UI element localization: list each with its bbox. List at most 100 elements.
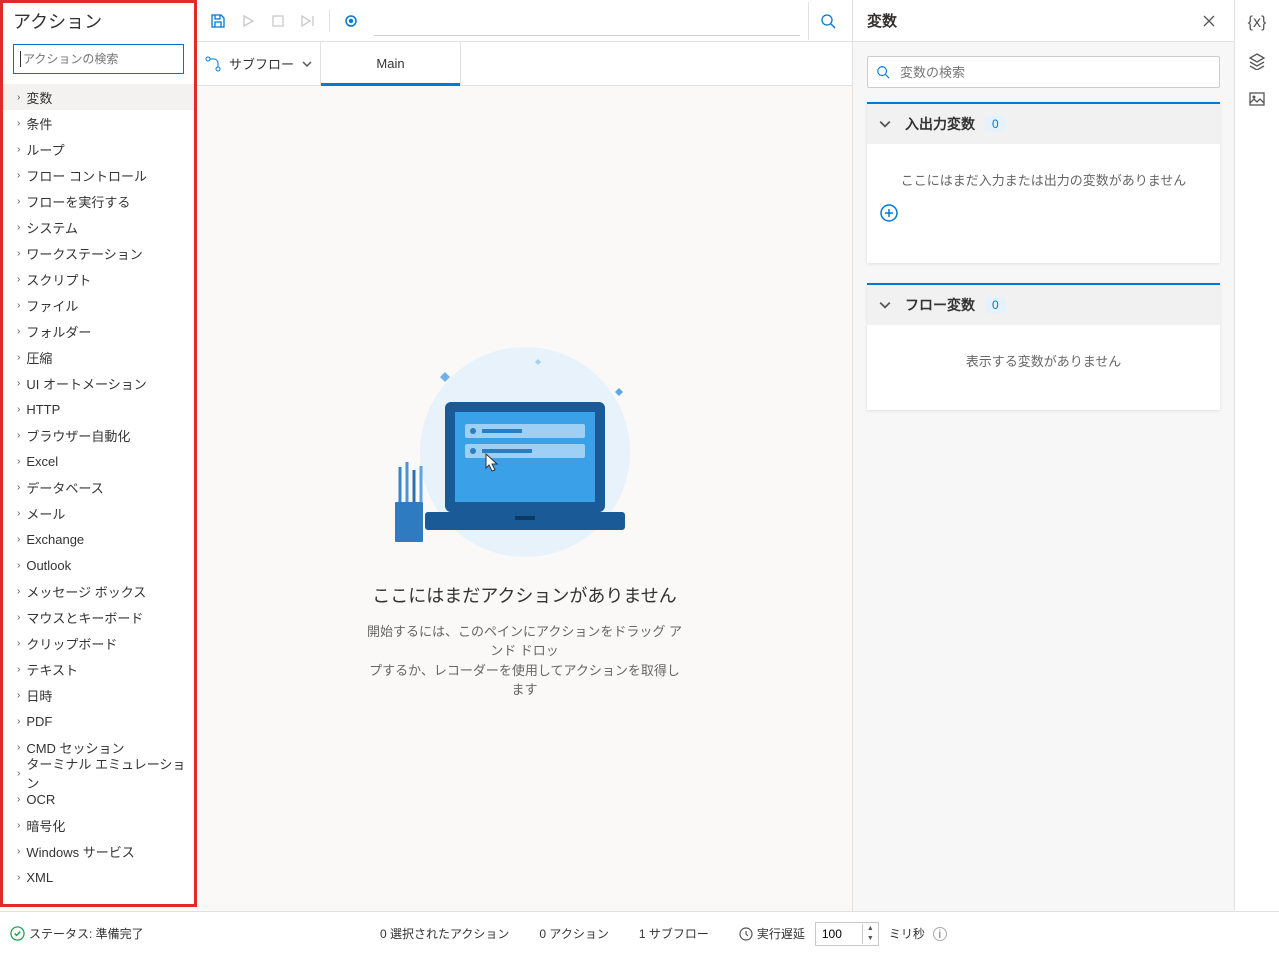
action-category[interactable]: ›フローを実行する [3, 188, 194, 214]
action-category[interactable]: › 変数 [3, 84, 194, 110]
chevron-right-icon: › [17, 170, 20, 181]
action-category[interactable]: ›フロー コントロール [3, 162, 194, 188]
action-category-label: メッセージ ボックス [26, 582, 146, 601]
variables-rail-icon[interactable]: {x} [1248, 14, 1267, 32]
action-category[interactable]: ›Exchange [3, 526, 194, 552]
chevron-right-icon: › [17, 144, 20, 155]
chevron-right-icon: › [17, 430, 20, 441]
flow-canvas[interactable]: ここにはまだアクションがありません 開始するには、このペインにアクションをドラッ… [197, 86, 852, 955]
action-category[interactable]: ›暗号化 [3, 812, 194, 838]
workspace: サブフロー Main [197, 0, 852, 955]
chevron-down-icon [879, 118, 891, 130]
action-category[interactable]: ›UI オートメーション [3, 370, 194, 396]
subflow-dropdown[interactable]: サブフロー [197, 42, 321, 85]
flow-variables-count: 0 [985, 297, 1006, 313]
variables-search-input[interactable] [900, 65, 1211, 80]
toolbar [197, 0, 852, 42]
image-icon[interactable] [1248, 90, 1266, 108]
io-variables-header[interactable]: 入出力変数 0 [867, 104, 1220, 144]
action-category-label: ブラウザー自動化 [26, 426, 130, 445]
action-category[interactable]: ›メール [3, 500, 194, 526]
action-category[interactable]: ›日時 [3, 682, 194, 708]
action-category-label: OCR [26, 792, 55, 807]
save-button[interactable] [203, 6, 233, 36]
action-category[interactable]: › ファイル [3, 292, 194, 318]
info-icon[interactable]: i [933, 927, 947, 941]
action-category[interactable]: ›圧縮 [3, 344, 194, 370]
action-category-label: 変数 [26, 88, 52, 107]
action-category[interactable]: › システム [3, 214, 194, 240]
action-category-label: システム [26, 218, 78, 237]
spin-down[interactable]: ▼ [863, 934, 878, 944]
action-category[interactable]: ›ターミナル エミュレーション [3, 760, 194, 786]
action-category[interactable]: ›XML [3, 864, 194, 890]
flow-variables-header[interactable]: フロー変数 0 [867, 285, 1220, 325]
action-category[interactable]: ›テキスト [3, 656, 194, 682]
chevron-right-icon: › [17, 274, 20, 285]
action-category[interactable]: ›ワークステーション [3, 240, 194, 266]
chevron-right-icon: › [17, 716, 20, 727]
chevron-down-icon [879, 299, 891, 311]
action-category[interactable]: ›条件 [3, 110, 194, 136]
action-category[interactable]: ›Windows サービス [3, 838, 194, 864]
tab-main[interactable]: Main [321, 42, 461, 85]
chevron-right-icon: › [17, 508, 20, 519]
action-category[interactable]: › ループ [3, 136, 194, 162]
action-category-label: ループ [26, 140, 64, 159]
actions-panel: アクション ›変数›条件›ループ›フロー コントロール›フローを実行する›システ… [0, 0, 197, 907]
actions-count: 0 アクション [539, 925, 608, 942]
chevron-right-icon: › [17, 92, 20, 103]
action-category[interactable]: ›メッセージ ボックス [3, 578, 194, 604]
delay-label: 実行遅延 [757, 925, 805, 942]
actions-panel-title: アクション [3, 3, 194, 44]
chevron-right-icon: › [17, 196, 20, 207]
delay-value-input[interactable] [816, 927, 862, 941]
actions-list[interactable]: ›変数›条件›ループ›フロー コントロール›フローを実行する›システム›ワークス… [3, 84, 194, 904]
action-category-label: ワークステーション [26, 244, 142, 263]
stop-button[interactable] [263, 6, 293, 36]
close-icon[interactable] [1198, 10, 1220, 32]
flow-icon [205, 56, 221, 72]
subflows-count: 1 サブフロー [639, 925, 709, 942]
record-button[interactable] [336, 6, 366, 36]
io-variables-empty-text: ここにはまだ入力または出力の変数がありません [901, 173, 1187, 188]
search-button[interactable] [808, 2, 846, 40]
variables-search[interactable] [867, 56, 1220, 88]
action-category[interactable]: ›クリップボード [3, 630, 194, 656]
run-button[interactable] [233, 6, 263, 36]
actions-search[interactable] [13, 44, 184, 74]
actions-search-input[interactable] [21, 48, 183, 70]
search-icon [876, 65, 890, 79]
add-io-variable-button[interactable] [879, 203, 1208, 223]
action-category-label: XML [26, 870, 53, 885]
command-input[interactable] [374, 6, 800, 36]
spin-up[interactable]: ▲ [863, 924, 878, 934]
action-category[interactable]: › スクリプト [3, 266, 194, 292]
action-category[interactable]: ›マウスとキーボード [3, 604, 194, 630]
layers-icon[interactable] [1248, 52, 1266, 70]
action-category[interactable]: ›フォルダー [3, 318, 194, 344]
action-category-label: 圧縮 [26, 348, 52, 367]
action-category-label: 暗号化 [26, 816, 65, 835]
chevron-right-icon: › [17, 638, 20, 649]
action-category[interactable]: › ブラウザー自動化 [3, 422, 194, 448]
action-category-label: Outlook [26, 558, 71, 573]
action-category[interactable]: ›PDF [3, 708, 194, 734]
chevron-right-icon: › [17, 300, 20, 311]
action-category[interactable]: ›Excel [3, 448, 194, 474]
chevron-right-icon: › [17, 794, 20, 805]
step-button[interactable] [293, 6, 323, 36]
action-category[interactable]: › Outlook [3, 552, 194, 578]
delay-input[interactable]: ▲ ▼ [815, 922, 879, 946]
chevron-right-icon: › [17, 560, 20, 571]
selected-actions-count: 0 選択されたアクション [380, 925, 509, 942]
action-category[interactable]: ›HTTP [3, 396, 194, 422]
action-category-label: ファイル [26, 296, 78, 315]
chevron-right-icon: › [17, 222, 20, 233]
variables-panel-title: 変数 [867, 10, 1198, 31]
chevron-right-icon: › [17, 482, 20, 493]
action-category-label: スクリプト [26, 270, 91, 289]
action-category-label: データベース [26, 478, 103, 497]
chevron-down-icon [302, 59, 312, 69]
action-category[interactable]: › データベース [3, 474, 194, 500]
